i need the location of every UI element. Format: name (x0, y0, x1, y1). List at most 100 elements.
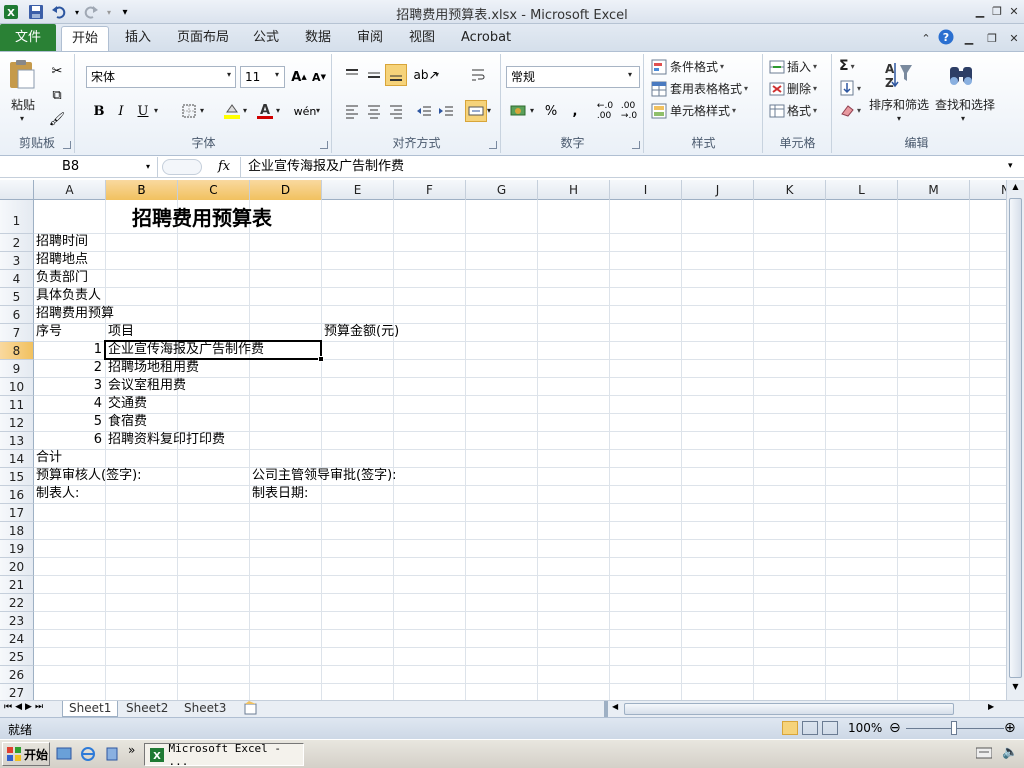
percent-button[interactable]: % (540, 100, 562, 122)
tab-data[interactable]: 数据 (295, 26, 341, 51)
column-header-b[interactable]: B (106, 180, 178, 200)
cell-a16[interactable]: 制表人: (34, 485, 79, 503)
row-header-7[interactable]: 7 (0, 324, 34, 342)
formula-bar-resize-handle[interactable] (162, 159, 202, 175)
delete-cells-button[interactable]: 删除 ▾ (769, 80, 817, 97)
cell-a2[interactable]: 招聘时间 (34, 233, 88, 251)
format-as-table-button[interactable]: 套用表格格式 ▾ (651, 80, 748, 97)
row-header-3[interactable]: 3 (0, 252, 34, 270)
column-header-l[interactable]: L (826, 180, 898, 200)
row-header-14[interactable]: 14 (0, 450, 34, 468)
font-color-icon[interactable]: A (254, 100, 276, 122)
taskbar-excel-window[interactable]: X Microsoft Excel - ... (144, 742, 304, 768)
row-header-4[interactable]: 4 (0, 270, 34, 288)
restore-icon[interactable]: ❐ (989, 3, 1005, 19)
minimize-icon[interactable]: ▁ (972, 3, 988, 19)
select-all-corner[interactable] (0, 180, 34, 200)
column-header-e[interactable]: E (322, 180, 394, 200)
quicklaunch-more-icon[interactable]: » (128, 743, 135, 757)
collapse-ribbon-icon[interactable]: ⌃ (918, 30, 934, 46)
row-header-27[interactable]: 27 (0, 684, 34, 700)
row-header-20[interactable]: 20 (0, 558, 34, 576)
item-name-4[interactable]: 交通费 (106, 395, 147, 413)
tab-review[interactable]: 审阅 (347, 26, 393, 51)
sheet-title-cell[interactable]: 招聘费用预算表 (130, 206, 272, 234)
grow-font-icon[interactable]: A ▲ (288, 66, 310, 88)
row-header-22[interactable]: 22 (0, 594, 34, 612)
cell-a7[interactable]: 序号 (34, 323, 62, 341)
clipboard-launcher-icon[interactable] (63, 141, 71, 149)
item-no-3[interactable]: 3 (34, 377, 104, 395)
item-no-5[interactable]: 5 (34, 413, 104, 431)
zoom-level[interactable]: 100% (848, 721, 882, 735)
paste-icon[interactable] (6, 58, 40, 90)
doc-close-icon[interactable]: ✕ (1006, 30, 1022, 46)
sort-filter-dropdown-icon[interactable]: ▾ (897, 114, 901, 123)
paste-button[interactable]: 粘贴 (11, 96, 35, 113)
cell-a5[interactable]: 具体负责人 (34, 287, 101, 305)
scroll-right-icon[interactable]: ▶ (988, 702, 994, 711)
row-header-18[interactable]: 18 (0, 522, 34, 540)
start-button[interactable]: 开始 (2, 742, 50, 766)
merge-center-icon[interactable] (465, 100, 487, 122)
font-launcher-icon[interactable] (320, 141, 328, 149)
cell-a4[interactable]: 负责部门 (34, 269, 88, 287)
scroll-left-icon[interactable]: ◀ (612, 702, 618, 711)
name-box-dropdown-icon[interactable]: ▾ (146, 162, 150, 171)
column-header-c[interactable]: C (178, 180, 250, 200)
row-header-5[interactable]: 5 (0, 288, 34, 306)
font-size-dropdown-icon[interactable]: ▾ (275, 70, 279, 79)
fill-button[interactable]: ▾ (839, 80, 861, 96)
align-center-icon[interactable] (363, 100, 385, 122)
column-header-j[interactable]: J (682, 180, 754, 200)
align-bottom-icon[interactable] (385, 64, 407, 86)
cell-d15[interactable]: 公司主管领导审批(签字): (250, 467, 397, 485)
sheet-tab-1[interactable]: Sheet1 (62, 701, 119, 717)
phonetic-icon[interactable]: wén (294, 100, 317, 122)
column-header-g[interactable]: G (466, 180, 538, 200)
sort-filter-button[interactable]: 排序和筛选 (869, 96, 929, 113)
scroll-up-icon[interactable]: ▲ (1009, 182, 1022, 196)
font-name-select[interactable]: 宋体 (86, 66, 236, 88)
worksheet-grid[interactable]: ABCDEFGHIJKLMN 1 2 3 4 5 6 7 8 9 10 11 12 13 14 15 16 17… (0, 180, 1006, 700)
vertical-scroll-thumb[interactable] (1009, 198, 1022, 678)
scroll-down-icon[interactable]: ▼ (1009, 682, 1022, 696)
help-icon[interactable]: ? (938, 29, 954, 45)
row-header-24[interactable]: 24 (0, 630, 34, 648)
tab-acrobat[interactable]: Acrobat (451, 26, 521, 51)
row-header-1[interactable]: 1 (0, 200, 34, 234)
cell-e7[interactable]: 预算金额(元) (322, 323, 399, 341)
find-select-button[interactable]: 查找和选择 (935, 96, 995, 113)
column-header-d[interactable]: D (250, 180, 322, 200)
cell-a14[interactable]: 合计 (34, 449, 62, 467)
insert-cells-button[interactable]: 插入 ▾ (769, 58, 817, 75)
expand-formula-bar-icon[interactable]: ▾ (1008, 161, 1013, 171)
row-header-23[interactable]: 23 (0, 612, 34, 630)
sheet-tab-3[interactable]: Sheet3 (178, 701, 232, 717)
decrease-decimal-icon[interactable]: .00 →.0 (618, 100, 640, 122)
cell-a3[interactable]: 招聘地点 (34, 251, 88, 269)
item-no-1[interactable]: 1 (34, 341, 104, 359)
accounting-dropdown-icon[interactable]: ▾ (530, 106, 534, 115)
row-header-25[interactable]: 25 (0, 648, 34, 666)
font-color-dropdown-icon[interactable]: ▾ (276, 106, 280, 115)
column-header-n[interactable]: N (970, 180, 1006, 200)
doc-restore-icon[interactable]: ❐ (984, 30, 1000, 46)
row-header-10[interactable]: 10 (0, 378, 34, 396)
align-top-icon[interactable] (341, 64, 363, 86)
font-name-dropdown-icon[interactable]: ▾ (227, 70, 231, 79)
fill-color-dropdown-icon[interactable]: ▾ (243, 106, 247, 115)
item-no-2[interactable]: 2 (34, 359, 104, 377)
tab-page-layout[interactable]: 页面布局 (167, 26, 239, 51)
tab-view[interactable]: 视图 (399, 26, 445, 51)
orientation-icon[interactable]: ab↗ (413, 64, 438, 86)
page-break-view-icon[interactable] (822, 721, 838, 735)
wrap-text-icon[interactable] (467, 64, 489, 86)
page-layout-view-icon[interactable] (802, 721, 818, 735)
cell-a6[interactable]: 招聘费用预算 (34, 305, 114, 323)
autosum-button[interactable]: Σ ▾ (839, 58, 855, 74)
column-header-f[interactable]: F (394, 180, 466, 200)
underline-dropdown-icon[interactable]: ▾ (154, 106, 158, 115)
orientation-dropdown-icon[interactable]: ▾ (435, 70, 439, 79)
normal-view-icon[interactable] (782, 721, 798, 735)
